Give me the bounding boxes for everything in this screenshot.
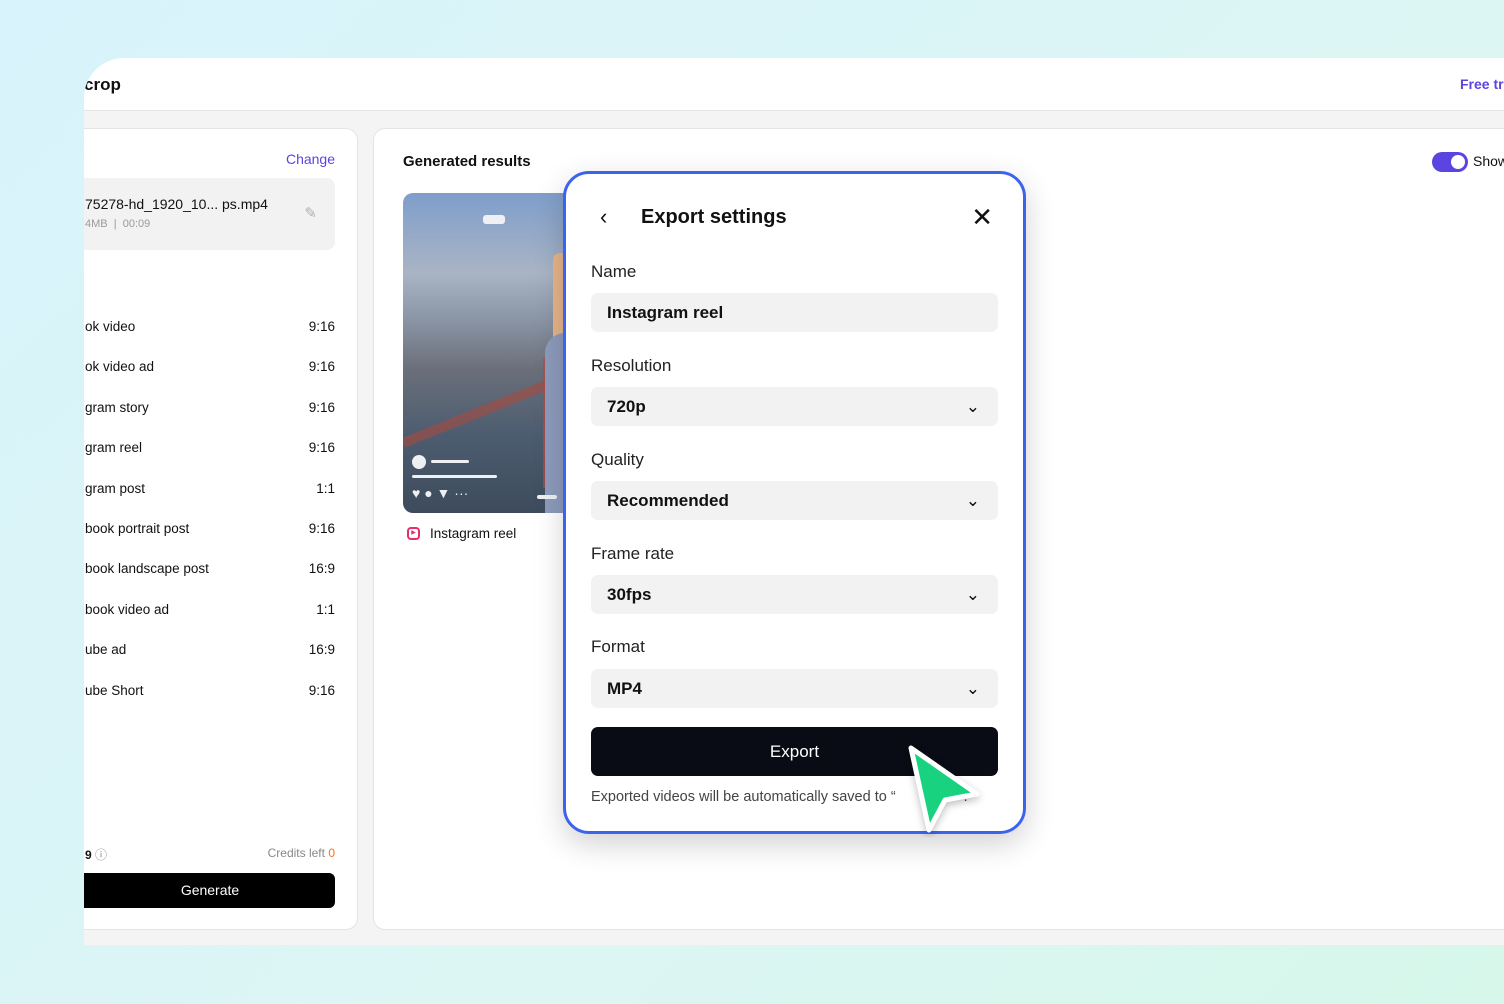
generate-button[interactable]: Generate — [84, 873, 335, 908]
format-select[interactable]: MP4 ⌄ — [591, 669, 998, 708]
name-label: Name — [591, 262, 637, 281]
free-trial-link[interactable]: Free tr — [1460, 76, 1504, 92]
preset-label: book portrait post — [85, 521, 190, 536]
toggle-label: Show — [1473, 153, 1504, 169]
edit-pencil-icon[interactable]: ✎ — [304, 204, 317, 222]
preset-item[interactable]: book portrait post 9:16 — [85, 521, 335, 541]
results-title: Generated results — [403, 153, 531, 170]
preset-label: ok video — [85, 319, 136, 334]
preset-ratio: 1:1 — [316, 601, 335, 617]
preset-item[interactable]: ube ad 16:9 — [85, 642, 335, 662]
preset-item[interactable]: ok video 9:16 — [85, 319, 335, 339]
framerate-select[interactable]: 30fps ⌄ — [591, 575, 998, 614]
result-label: ▶ Instagram reel — [407, 526, 516, 541]
preset-item[interactable]: book video ad 1:1 — [85, 602, 335, 622]
credits-label: Credits left — [267, 846, 325, 860]
preset-ratio: 9:16 — [308, 521, 335, 536]
quality-label: Quality — [591, 450, 644, 469]
preset-ratio: 16:9 — [308, 642, 335, 658]
preset-ratio: 9:16 — [308, 440, 335, 456]
preset-label: gram post — [85, 480, 146, 496]
chevron-down-icon: ⌄ — [965, 679, 980, 698]
preset-ratio: 9:16 — [308, 399, 335, 415]
preset-label: book video ad — [85, 601, 170, 617]
preset-label: ube ad — [85, 642, 127, 658]
modal-title: Export settings — [641, 206, 787, 228]
header: crop Free tr — [84, 58, 1504, 111]
file-card: 75278-hd_1920_10... ps.mp4 4MB | 00:09 ✎ — [84, 178, 335, 250]
credits-value: 0 — [328, 846, 335, 860]
resolution-select[interactable]: 720p ⌄ — [591, 387, 998, 426]
cost: 9 — [85, 848, 92, 862]
preset-ratio: 1:1 — [316, 480, 335, 496]
change-file-link[interactable]: Change — [286, 151, 335, 167]
preset-ratio: 9:16 — [308, 319, 335, 334]
app-title: crop — [84, 75, 121, 94]
chevron-down-icon: ⌄ — [965, 491, 980, 510]
chevron-down-icon: ⌄ — [965, 397, 980, 416]
info-icon[interactable]: ⓘ — [95, 848, 107, 862]
result-thumbnail[interactable]: ♥ ● ▼ ··· — [403, 193, 573, 513]
export-settings-modal: ‹ Export settings ✕ Name Instagram reel … — [563, 171, 1026, 834]
preset-item[interactable]: ube Short 9:16 — [85, 683, 335, 703]
show-toggle[interactable] — [1432, 152, 1468, 172]
preset-label: ok video ad — [85, 359, 155, 375]
preset-ratio: 9:16 — [308, 359, 335, 375]
quality-select[interactable]: Recommended ⌄ — [591, 481, 998, 520]
close-icon[interactable]: ✕ — [971, 202, 993, 233]
preset-label: book landscape post — [85, 561, 209, 577]
preset-ratio: 9:16 — [308, 682, 335, 698]
instagram-reel-icon: ▶ — [407, 527, 420, 540]
back-chevron-icon[interactable]: ‹ — [600, 204, 607, 230]
preset-item[interactable]: gram reel 9:16 — [85, 440, 335, 460]
resolution-label: Resolution — [591, 356, 672, 375]
cursor-arrow-icon — [908, 745, 980, 833]
chevron-down-icon: ⌄ — [965, 585, 980, 604]
preset-ratio: 16:9 — [308, 561, 335, 577]
preset-label: gram reel — [85, 440, 143, 456]
preset-label: gram story — [85, 399, 149, 415]
preset-item[interactable]: ok video ad 9:16 — [85, 359, 335, 379]
format-label: Format — [591, 637, 645, 656]
name-input[interactable]: Instagram reel — [591, 293, 998, 332]
preset-item[interactable]: book landscape post 16:9 — [85, 561, 335, 581]
credits-row: 9 ⓘ Credits left 0 — [85, 846, 335, 863]
file-name: 75278-hd_1920_10... ps.mp4 — [85, 196, 268, 212]
left-panel: Change 75278-hd_1920_10... ps.mp4 4MB | … — [84, 128, 358, 930]
framerate-label: Frame rate — [591, 544, 675, 563]
reel-action-icons: ♥ ● ▼ ··· — [412, 485, 469, 501]
preset-label: ube Short — [85, 682, 144, 698]
preset-item[interactable]: gram post 1:1 — [85, 481, 335, 501]
preset-item[interactable]: gram story 9:16 — [85, 400, 335, 420]
file-meta: 4MB | 00:09 — [85, 218, 151, 230]
